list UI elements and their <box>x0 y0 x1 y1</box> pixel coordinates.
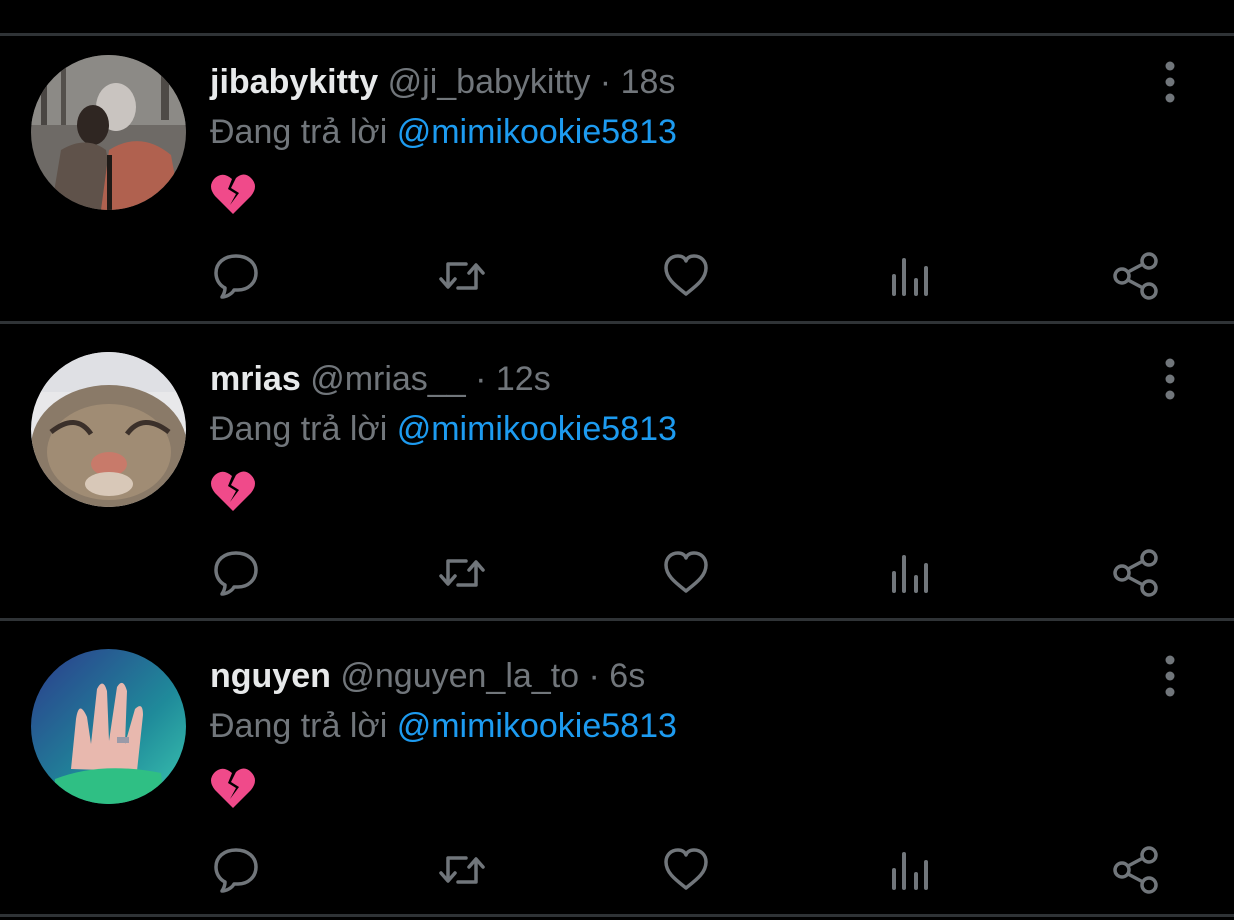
display-name[interactable]: mrias <box>210 360 301 398</box>
tweet-content <box>209 172 257 216</box>
tweet-item[interactable]: nguyen @nguyen_la_to · 6s Đang trả lời @… <box>0 630 1234 920</box>
replying-to-label: Đang trả lời <box>210 707 388 745</box>
tweet-divider <box>0 914 1234 917</box>
separator-dot: · <box>475 360 487 398</box>
avatar-photo <box>31 649 186 804</box>
more-options-icon[interactable] <box>1154 58 1186 106</box>
separator-dot: · <box>599 63 612 101</box>
separator-dot: · <box>588 657 600 695</box>
avatar[interactable] <box>31 55 186 210</box>
comment-icon[interactable] <box>210 547 262 599</box>
avatar[interactable] <box>31 352 186 507</box>
replying-to-label: Đang trả lời <box>210 113 388 151</box>
replying-to-label: Đang trả lời <box>210 410 388 448</box>
replying-to: Đang trả lời @mimikookie5813 <box>210 407 677 451</box>
analytics-icon[interactable] <box>884 844 936 896</box>
mention-link[interactable]: @mimikookie5813 <box>397 410 677 448</box>
action-bar <box>0 844 1234 896</box>
display-name[interactable]: jibabykitty <box>210 63 378 101</box>
timestamp[interactable]: 18s <box>621 63 676 101</box>
tweet-item[interactable]: mrias @mrias__ · 12s Đang trả lời @mimik… <box>0 333 1234 623</box>
analytics-icon[interactable] <box>884 547 936 599</box>
tweet-item[interactable]: jibabykitty @ji_babykitty · 18s Đang trả… <box>0 36 1234 326</box>
tweet-header: jibabykitty @ji_babykitty · 18s <box>210 60 675 104</box>
broken-heart-emoji-icon <box>211 174 255 214</box>
action-bar <box>0 250 1234 302</box>
tweet-header: nguyen @nguyen_la_to · 6s <box>210 654 645 698</box>
tweet-content <box>209 469 257 513</box>
avatar[interactable] <box>31 649 186 804</box>
user-handle[interactable]: @mrias__ <box>310 360 465 398</box>
retweet-icon[interactable] <box>436 844 488 896</box>
timestamp[interactable]: 12s <box>496 360 551 398</box>
retweet-icon[interactable] <box>436 250 488 302</box>
analytics-icon[interactable] <box>884 250 936 302</box>
share-icon[interactable] <box>1110 844 1162 896</box>
tweet-divider <box>0 618 1234 621</box>
display-name[interactable]: nguyen <box>210 657 331 695</box>
user-handle[interactable]: @ji_babykitty <box>388 63 591 101</box>
avatar-photo <box>31 55 186 210</box>
mention-link[interactable]: @mimikookie5813 <box>397 113 677 151</box>
avatar-photo <box>31 352 186 507</box>
retweet-icon[interactable] <box>436 547 488 599</box>
tweet-divider <box>0 321 1234 324</box>
more-options-icon[interactable] <box>1154 355 1186 403</box>
action-bar <box>0 547 1234 599</box>
heart-icon[interactable] <box>660 844 712 896</box>
comment-icon[interactable] <box>210 844 262 896</box>
replying-to: Đang trả lời @mimikookie5813 <box>210 704 677 748</box>
broken-heart-emoji-icon <box>211 768 255 808</box>
comment-icon[interactable] <box>210 250 262 302</box>
heart-icon[interactable] <box>660 250 712 302</box>
user-handle[interactable]: @nguyen_la_to <box>340 657 579 695</box>
more-options-icon[interactable] <box>1154 652 1186 700</box>
timestamp[interactable]: 6s <box>609 657 645 695</box>
share-icon[interactable] <box>1110 250 1162 302</box>
replying-to: Đang trả lời @mimikookie5813 <box>210 110 677 154</box>
broken-heart-emoji-icon <box>211 471 255 511</box>
heart-icon[interactable] <box>660 547 712 599</box>
tweet-header: mrias @mrias__ · 12s <box>210 357 551 401</box>
share-icon[interactable] <box>1110 547 1162 599</box>
tweet-content <box>209 766 257 810</box>
mention-link[interactable]: @mimikookie5813 <box>397 707 677 745</box>
